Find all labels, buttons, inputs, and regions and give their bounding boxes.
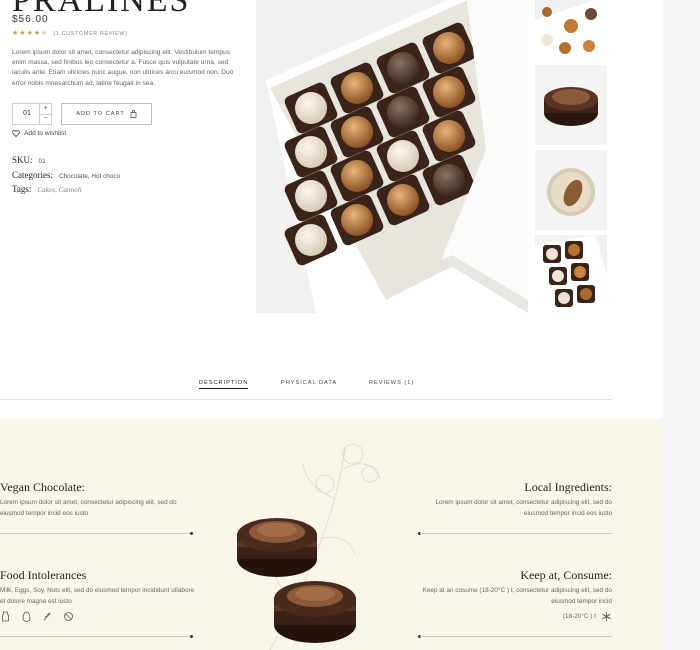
sku-row: SKU: 01	[12, 155, 46, 165]
rating-stars: ★ ★ ★ ★ ★	[12, 30, 47, 37]
add-to-cart-label: ADD TO CART	[76, 111, 125, 117]
temperature-row: (18-20°C ) t	[512, 611, 612, 622]
divider-dot	[190, 635, 193, 638]
bag-icon	[130, 110, 137, 118]
tags-row: Tags: Cakes, Cannoli	[12, 184, 82, 194]
product-rating: ★ ★ ★ ★ ★ (1 CUSTOMER REVIEW)	[12, 30, 128, 37]
heart-icon	[12, 130, 20, 137]
praline	[387, 52, 419, 84]
praline	[295, 224, 327, 256]
egg-icon	[22, 611, 31, 622]
intolerance-icons	[0, 611, 74, 622]
tab-reviews[interactable]: REVIEWS (1)	[369, 380, 414, 386]
praline	[341, 160, 373, 192]
praline	[387, 184, 419, 216]
features-section: Vegan Chocolate: Lorem ipsum dolor sit a…	[0, 419, 662, 650]
wishlist-label: Add to wishlist	[24, 130, 67, 137]
quantity-value[interactable]: 01	[13, 104, 41, 124]
add-to-cart-button[interactable]: ADD TO CART	[61, 103, 152, 125]
star-icon: ★	[12, 30, 19, 37]
pralines-box-image[interactable]	[256, 0, 528, 313]
tab-description[interactable]: DESCRIPTION	[199, 380, 249, 389]
nut-icon	[64, 612, 73, 621]
quantity-stepper[interactable]: 01 + −	[12, 103, 52, 125]
praline	[295, 136, 327, 168]
food-intolerances-text: Milk, Eggs, Soy, Nuts elit, sed do eiusm…	[0, 587, 195, 605]
vegan-chocolate-title: Vegan Chocolate:	[0, 480, 85, 494]
quantity-decrease-button[interactable]: −	[39, 114, 51, 124]
page-gutter	[662, 0, 700, 650]
temperature-value: (18-20°C ) t	[562, 613, 596, 620]
thumbnail-box-closeup[interactable]	[535, 235, 607, 313]
add-to-wishlist-link[interactable]: Add to wishlist	[12, 130, 66, 137]
divider	[420, 636, 612, 637]
thumbnail-white-praline[interactable]	[535, 150, 607, 230]
review-count-link[interactable]: (1 CUSTOMER REVIEW)	[53, 31, 127, 37]
local-ingredients-text: Lorem ipsum dolor sit amet, consectetur …	[435, 499, 612, 517]
grain-icon	[43, 612, 51, 621]
tab-physical-data[interactable]: PHYSICAL DATA	[281, 380, 337, 386]
food-intolerances-title: Food Intolerances	[0, 568, 87, 582]
praline	[341, 72, 373, 104]
vegan-chocolate-text: Lorem ipsum dolor sit amet, consectetur …	[0, 499, 177, 517]
divider	[420, 533, 612, 534]
divider-dot	[190, 532, 193, 535]
milk-icon	[2, 611, 9, 622]
tags-value[interactable]: Cakes, Cannoli	[37, 186, 81, 194]
chocolate-illustration	[237, 518, 356, 643]
product-description: Lorem ipsum dolor sit amet, consectetur …	[12, 49, 234, 87]
praline	[341, 116, 373, 148]
thumbnail-box[interactable]	[535, 0, 607, 60]
praline	[387, 96, 419, 128]
praline	[433, 76, 465, 108]
local-ingredients-title: Local Ingredients:	[524, 480, 612, 494]
praline	[341, 204, 373, 236]
praline	[433, 120, 465, 152]
product-tabs: DESCRIPTION PHYSICAL DATA REVIEWS (1)	[0, 377, 612, 400]
star-icon: ★	[19, 30, 26, 37]
keep-consume-title: Keep at, Consume:	[520, 568, 612, 582]
star-icon: ★	[41, 30, 48, 37]
praline	[295, 92, 327, 124]
praline	[387, 140, 419, 172]
product-price: $56.00	[12, 14, 49, 25]
sku-value: 01	[38, 158, 46, 165]
keep-consume-text: Keep at an cosume (18-20°C ) t, consecte…	[422, 587, 612, 605]
thumbnail-almond-chocolate[interactable]	[535, 65, 607, 145]
star-icon: ★	[33, 30, 41, 37]
praline	[433, 32, 465, 64]
divider	[0, 533, 192, 534]
praline	[295, 180, 327, 212]
praline	[433, 164, 465, 196]
tags-label: Tags:	[12, 184, 32, 194]
divider	[0, 636, 192, 637]
sku-label: SKU:	[12, 155, 33, 165]
categories-row: Categories: Chocolate, Hot choco	[12, 170, 120, 180]
categories-value[interactable]: Chocolate, Hot choco	[59, 173, 120, 180]
snowflake-icon	[602, 612, 611, 621]
categories-label: Categories:	[12, 170, 53, 180]
star-icon: ★	[26, 30, 33, 37]
